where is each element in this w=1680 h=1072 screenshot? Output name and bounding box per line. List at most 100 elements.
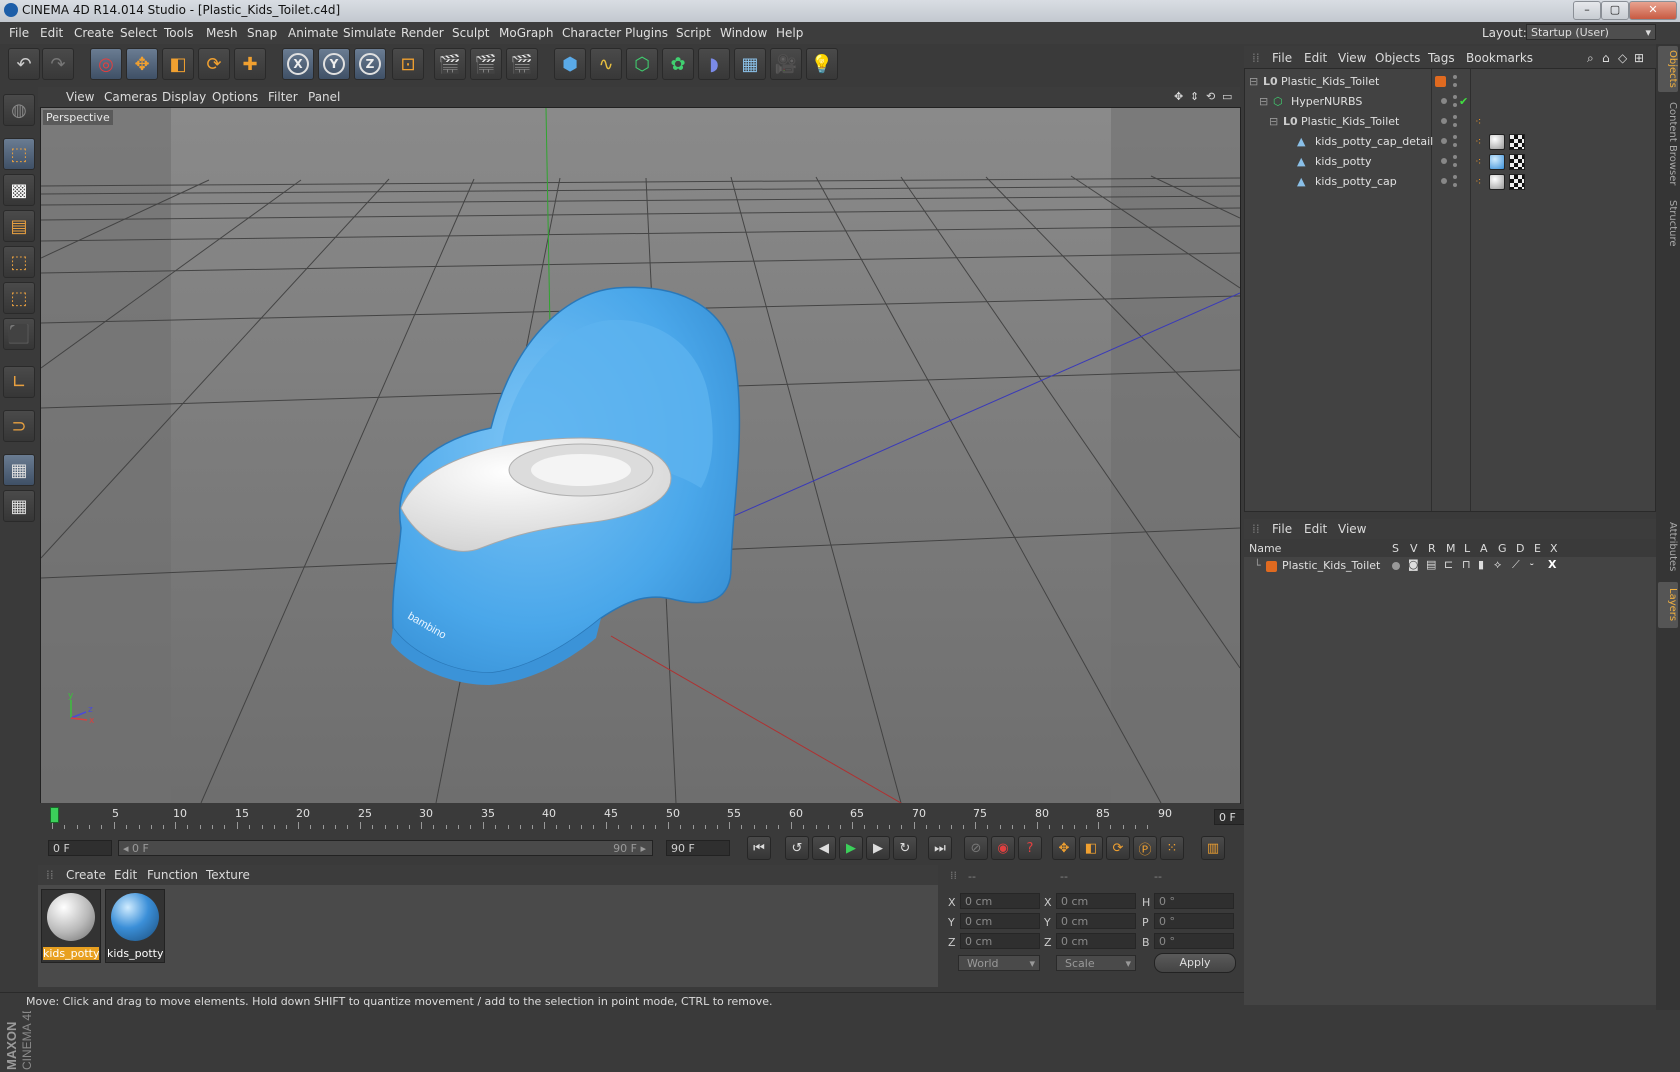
new-window-icon[interactable]: ⊞ (1634, 51, 1644, 65)
size-y-field[interactable]: 0 cm (1056, 913, 1136, 929)
axis-mode-button[interactable]: ∟ (3, 366, 35, 398)
playhead-marker[interactable] (50, 807, 59, 823)
column-solo[interactable]: S (1392, 542, 1399, 555)
edges-mode-button[interactable]: ⬚ (3, 282, 35, 314)
menu-render[interactable]: Render (401, 26, 444, 40)
key-position-button[interactable]: ✥ (1052, 836, 1076, 860)
coordinate-system-button[interactable]: ⊡ (392, 48, 424, 80)
material-menu-texture[interactable]: Texture (206, 868, 250, 882)
mograph-cloner-button[interactable]: ✿ (662, 48, 694, 80)
viewport-dolly-icon[interactable]: ⇕ (1190, 90, 1199, 103)
tab-content-browser[interactable]: Content Browser (1658, 96, 1678, 192)
material-tag-icon[interactable] (1489, 174, 1505, 190)
end-frame-field[interactable]: 90 F (666, 840, 730, 856)
phong-tag-icon[interactable]: ⁖ (1475, 155, 1481, 168)
frame-range-slider[interactable]: ◂ 0 F 90 F ▸ (118, 840, 653, 856)
menu-mograph[interactable]: MoGraph (499, 26, 554, 40)
column-generators[interactable]: G (1498, 542, 1507, 555)
visibility-dot[interactable] (1441, 118, 1447, 124)
rot-b-field[interactable]: 0 ° (1154, 933, 1234, 949)
render-settings-button[interactable]: 🎬 (506, 48, 538, 80)
viewport-menu-view[interactable]: View (66, 90, 94, 104)
editor-visibility-dot[interactable] (1453, 75, 1457, 79)
layer-menu-view[interactable]: View (1338, 522, 1366, 536)
material-swatch[interactable]: kids_potty (41, 889, 101, 963)
render-visibility-dot[interactable] (1453, 83, 1457, 87)
viewport-menu-cameras[interactable]: Cameras (104, 90, 157, 104)
live-selection-button[interactable]: ◎ (90, 48, 122, 80)
start-frame-field[interactable]: 0 F (48, 840, 112, 856)
uvw-tag-icon[interactable] (1509, 154, 1525, 170)
layer-color-chip[interactable] (1435, 76, 1446, 87)
render-visibility-dot[interactable] (1453, 183, 1457, 187)
eye-icon[interactable]: ◙ (1408, 558, 1419, 571)
rot-p-field[interactable]: 0 ° (1154, 913, 1234, 929)
rot-h-field[interactable]: 0 ° (1154, 893, 1234, 909)
deformer-button[interactable]: ◗ (698, 48, 730, 80)
undo-button[interactable]: ↶ (8, 48, 40, 80)
previous-frame-button[interactable]: ◀ (812, 836, 836, 860)
viewport-pan-icon[interactable]: ✥ (1174, 90, 1183, 103)
tab-layers[interactable]: Layers (1658, 582, 1678, 628)
viewport-rotate-icon[interactable]: ⟲ (1206, 90, 1215, 103)
tab-structure[interactable]: Structure (1658, 194, 1678, 252)
timeline-window-button[interactable]: ▥ (1201, 836, 1225, 860)
column-render[interactable]: R (1428, 542, 1436, 555)
render-visibility-dot[interactable] (1453, 163, 1457, 167)
editor-visibility-dot[interactable] (1453, 115, 1457, 119)
snap-button[interactable]: ⊃ (3, 410, 35, 442)
points-mode-button[interactable]: ⬚ (3, 246, 35, 278)
column-locked[interactable]: L (1464, 542, 1470, 555)
texture-mode-button[interactable]: ▩ (3, 174, 35, 206)
menu-create[interactable]: Create (74, 26, 114, 40)
viewport-menu-panel[interactable]: Panel (308, 90, 340, 104)
environment-floor-button[interactable]: ▦ (734, 48, 766, 80)
render-clapboard-icon[interactable]: ▤ (1426, 558, 1436, 571)
pos-x-field[interactable]: 0 cm (960, 893, 1040, 909)
object-menu-bookmarks[interactable]: Bookmarks (1466, 51, 1533, 65)
perspective-viewport[interactable]: bambino y z x Perspective (40, 107, 1241, 804)
size-x-field[interactable]: 0 cm (1056, 893, 1136, 909)
layer-row[interactable]: └ Plastic_Kids_Toilet ◙ ▤ ⊏ ⊓ ▮ ⟡ ⟋ ⏑ X (1244, 557, 1654, 577)
play-forward-button[interactable]: ▶ (839, 836, 863, 860)
menu-sculpt[interactable]: Sculpt (452, 26, 489, 40)
camera-button[interactable]: 🎥 (770, 48, 802, 80)
solo-toggle-icon[interactable] (1392, 562, 1400, 570)
menu-select[interactable]: Select (120, 26, 157, 40)
tree-row[interactable]: ⊟ ⬡ HyperNURBS ✔ (1245, 92, 1655, 112)
menu-animate[interactable]: Animate (288, 26, 338, 40)
material-tag-icon[interactable] (1489, 134, 1505, 150)
viewport-menu-filter[interactable]: Filter (268, 90, 298, 104)
scale-tool-button[interactable]: ◧ (162, 48, 194, 80)
key-parameter-button[interactable]: Ⓟ (1133, 836, 1157, 860)
visibility-dot[interactable] (1441, 178, 1447, 184)
menu-help[interactable]: Help (776, 26, 803, 40)
animation-filmstrip-icon[interactable]: ▮ (1478, 558, 1484, 571)
column-deformers[interactable]: D (1516, 542, 1524, 555)
menu-edit[interactable]: Edit (40, 26, 63, 40)
move-tool-button[interactable]: ✥ (126, 48, 158, 80)
column-name[interactable]: Name (1249, 542, 1281, 555)
column-animation[interactable]: A (1480, 542, 1488, 555)
coordinate-mode-select[interactable]: World ▾ (958, 955, 1040, 971)
visibility-dot[interactable] (1441, 138, 1447, 144)
editor-visibility-dot[interactable] (1453, 175, 1457, 179)
cube-primitive-button[interactable]: ⬢ (554, 48, 586, 80)
polygons-mode-button[interactable]: ⬛ (3, 318, 35, 350)
panel-grip-icon[interactable]: ⁞⁞ (1252, 522, 1260, 536)
previous-key-button[interactable]: ↺ (785, 836, 809, 860)
object-menu-objects[interactable]: Objects (1375, 51, 1420, 65)
minimize-button[interactable]: – (1573, 1, 1601, 20)
search-icon[interactable]: ⌕ (1587, 51, 1594, 66)
menu-plugins[interactable]: Plugins (625, 26, 668, 40)
pos-y-field[interactable]: 0 cm (960, 913, 1040, 929)
key-rotation-button[interactable]: ⟳ (1106, 836, 1130, 860)
editor-visibility-dot[interactable] (1453, 95, 1457, 99)
y-axis-lock-button[interactable]: Y (318, 48, 350, 80)
layer-color-chip[interactable] (1266, 561, 1277, 572)
viewport-toggle-layout-icon[interactable]: ▭ (1222, 90, 1232, 103)
collapse-icon[interactable]: ⊟ (1259, 95, 1268, 108)
render-to-picture-viewer-button[interactable]: 🎬 (470, 48, 502, 80)
render-view-button[interactable]: 🎬 (434, 48, 466, 80)
phong-tag-icon[interactable]: ⁖ (1475, 115, 1481, 128)
